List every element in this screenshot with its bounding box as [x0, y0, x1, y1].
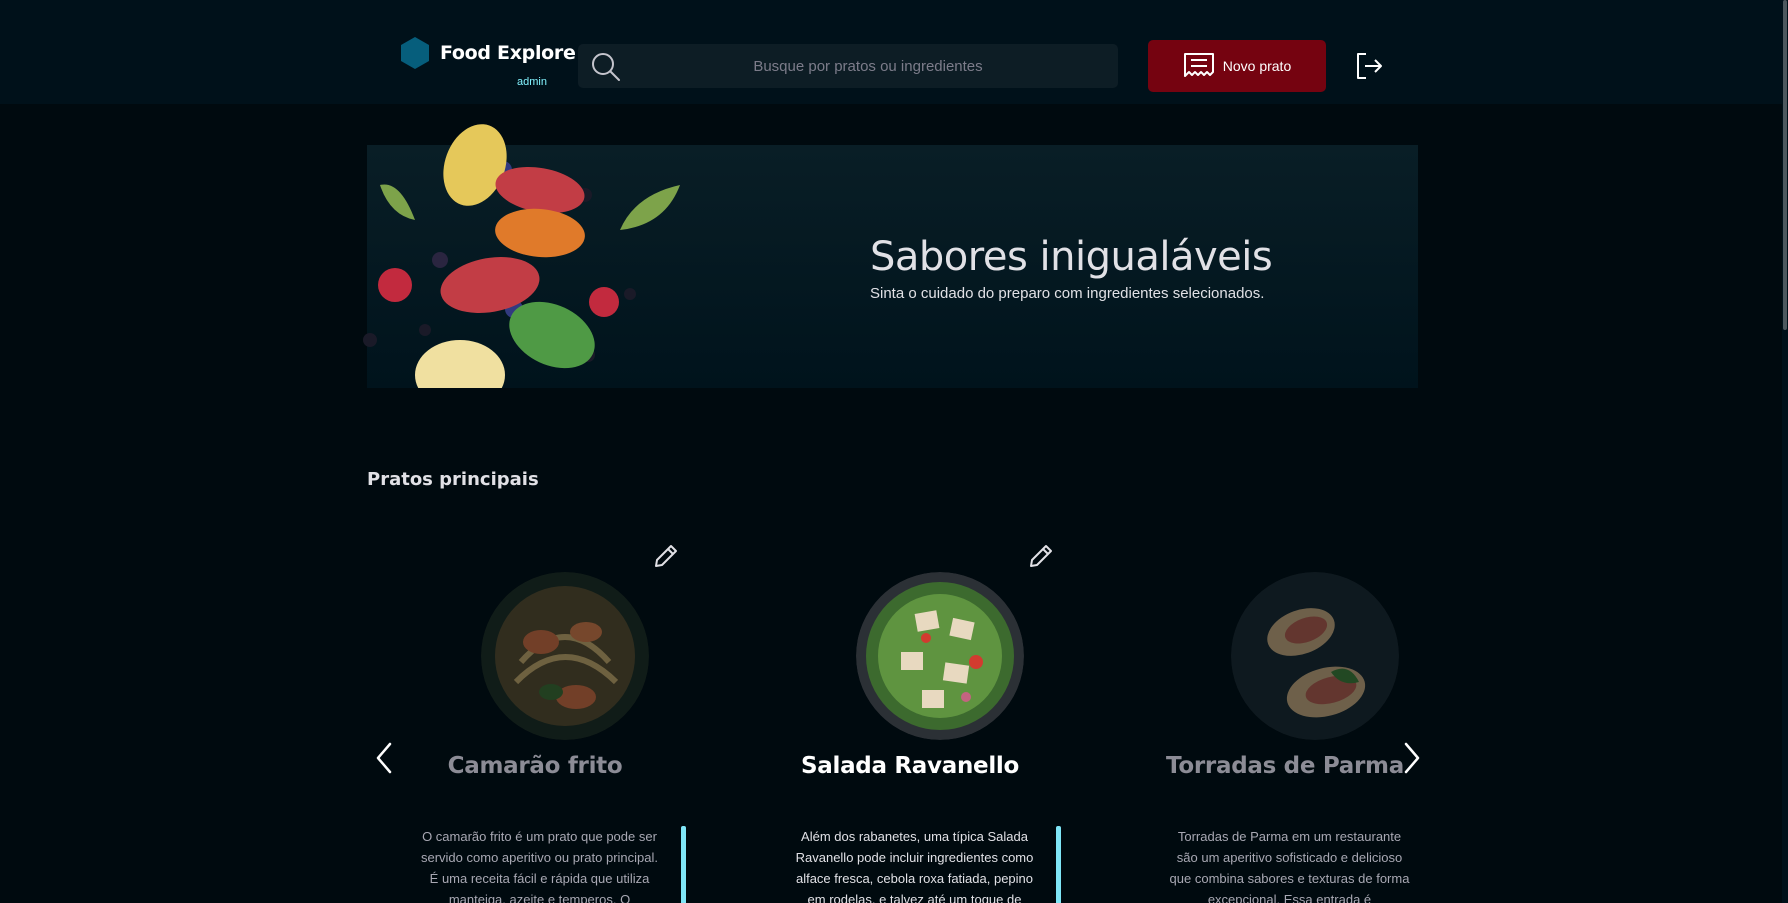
hexagon-logo-icon [401, 37, 429, 69]
scroll-indicator [681, 826, 686, 903]
banner-title: Sabores inigualáveis [870, 234, 1273, 280]
brand-name: Food Explore [440, 42, 576, 64]
admin-badge: admin [517, 76, 547, 88]
section-title: Pratos principais [367, 469, 539, 490]
dish-description: O camarão frito é um prato que pode ser … [420, 829, 658, 903]
dish-image[interactable] [856, 572, 1024, 740]
chevron-right-icon[interactable] [1398, 738, 1426, 778]
dish-image[interactable] [1231, 572, 1399, 740]
dish-card[interactable]: Camarão frito O camarão frito é um prato… [367, 520, 686, 903]
pencil-icon[interactable] [1027, 542, 1055, 570]
scrollbar-thumb[interactable] [1783, 0, 1787, 330]
dish-image[interactable] [481, 572, 649, 740]
dish-description: Além dos rabanetes, uma típica Salada Ra… [795, 829, 1034, 903]
search-icon[interactable] [590, 51, 622, 83]
dish-card[interactable]: Salada Ravanello Além dos rabanetes, uma… [742, 520, 1061, 903]
scroll-indicator [1056, 826, 1061, 903]
macarons-illustration [363, 124, 680, 388]
new-dish-label: Novo prato [1222, 58, 1292, 74]
search-bar[interactable] [578, 44, 1118, 88]
chevron-left-icon[interactable] [370, 738, 398, 778]
sign-out-icon[interactable] [1354, 52, 1386, 80]
dish-card[interactable]: Torradas de Parma Torradas de Parma em u… [1117, 520, 1409, 903]
receipt-icon [1183, 53, 1214, 77]
page-scrollbar[interactable] [1782, 0, 1788, 903]
banner-subtitle: Sinta o cuidado do preparo com ingredien… [870, 285, 1265, 302]
logo[interactable]: Food Explore [400, 37, 576, 69]
dish-description: Torradas de Parma em um restaurante são … [1169, 829, 1410, 903]
pencil-icon[interactable] [652, 542, 680, 570]
dish-name[interactable]: Salada Ravanello [770, 753, 1050, 779]
dish-name[interactable]: Camarão frito [395, 753, 675, 779]
dish-name[interactable]: Torradas de Parma [1145, 753, 1418, 779]
new-dish-button[interactable]: Novo prato [1148, 40, 1326, 92]
dish-carousel: Camarão frito O camarão frito é um prato… [367, 520, 1418, 903]
search-input[interactable] [638, 44, 1098, 88]
